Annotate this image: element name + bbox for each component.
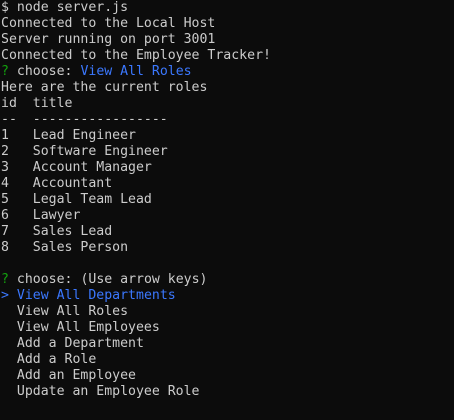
command-line: $ node server.js [1, 0, 129, 15]
table-row: 7 Sales Lead [1, 224, 113, 239]
menu-item-label: Add a Department [16, 336, 144, 351]
menu-item-label: View All Employees [16, 320, 160, 335]
pointer-icon: > [1, 288, 9, 303]
menu-item-add-department[interactable]: Add a Department [0, 336, 454, 352]
menu-item-label: View All Roles [16, 304, 129, 319]
second-prompt-question: choose: [16, 272, 73, 287]
connected-local-message: Connected to the Local Host [1, 16, 216, 31]
menu-item-label: Update an Employee Role [16, 384, 200, 399]
connected-tracker-message: Connected to the Employee Tracker! [1, 48, 271, 63]
menu-item-update-employee-role[interactable]: Update an Employee Role [0, 384, 454, 400]
roles-heading: Here are the current roles [1, 80, 208, 95]
table-row: 5 Legal Team Lead [1, 192, 152, 207]
table-row: 4 Accountant [1, 176, 113, 191]
menu-item-label: Add an Employee [16, 368, 136, 383]
table-row: 2 Software Engineer [1, 144, 168, 159]
table-separator: -- ----------------- [1, 112, 168, 127]
menu-item-view-all-employees[interactable]: View All Employees [0, 320, 454, 336]
table-row: 1 Lead Engineer [1, 128, 136, 143]
question-mark-icon: ? [1, 272, 9, 287]
first-prompt: ? choose: View All Roles [0, 64, 454, 80]
second-prompt: ? choose: (Use arrow keys) [0, 272, 454, 288]
menu-item-view-all-departments[interactable]: > View All Departments [0, 288, 454, 304]
question-mark-icon: ? [1, 64, 9, 79]
menu-item-add-role[interactable]: Add a Role [0, 352, 454, 368]
second-prompt-hint: (Use arrow keys) [80, 272, 208, 287]
menu-item-view-all-roles[interactable]: View All Roles [0, 304, 454, 320]
menu-item-add-employee[interactable]: Add an Employee [0, 368, 454, 384]
server-running-message: Server running on port 3001 [1, 32, 216, 47]
terminal-window[interactable]: $ node server.js Connected to the Local … [0, 0, 454, 420]
first-prompt-answer: View All Roles [80, 64, 192, 79]
table-row: 8 Sales Person [1, 240, 129, 255]
table-row: 3 Account Manager [1, 160, 152, 175]
menu-item-label: View All Departments [16, 288, 176, 303]
menu-item-label: Add a Role [16, 352, 97, 367]
table-row: 6 Lawyer [1, 208, 81, 223]
table-header: id title [1, 96, 73, 111]
first-prompt-question: choose: [16, 64, 73, 79]
